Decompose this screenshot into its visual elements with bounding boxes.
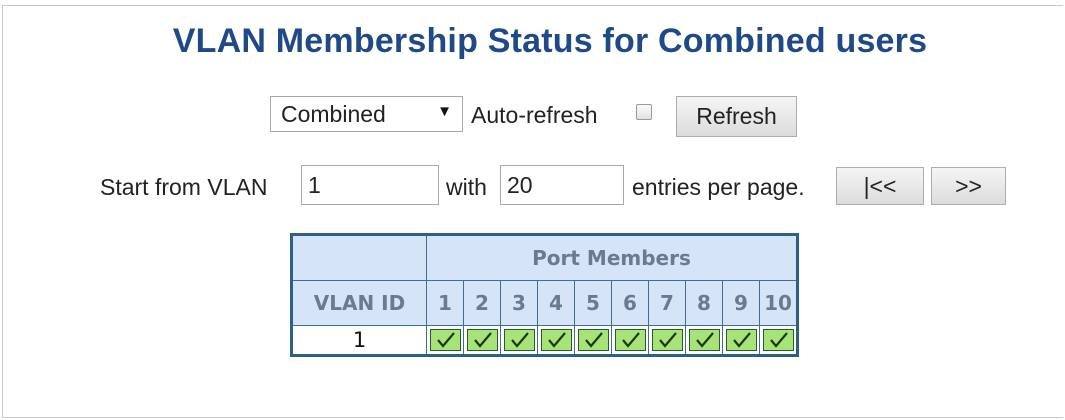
entries-per-page-label: entries per page. [632, 174, 805, 200]
port-member-cell-2 [463, 325, 501, 356]
port-header-3: 3 [500, 280, 538, 326]
vlan-id-header: VLAN ID [291, 280, 427, 326]
port-members-header: Port Members [426, 234, 798, 281]
port-member-cell-6 [611, 325, 649, 356]
port-member-cell-5 [574, 325, 612, 356]
next-page-button[interactable]: >> [931, 167, 1006, 205]
entries-per-page-input[interactable]: 20 [500, 165, 624, 205]
member-check-icon [725, 329, 757, 351]
member-check-icon [429, 329, 461, 351]
start-from-vlan-label: Start from VLAN [100, 174, 268, 200]
user-type-select-value: Combined [281, 100, 386, 127]
member-check-icon [466, 329, 498, 351]
refresh-button[interactable]: Refresh [676, 96, 797, 137]
port-member-cell-1 [426, 325, 464, 356]
table-body: 1 [291, 325, 798, 356]
user-type-select[interactable]: Combined ▼ [270, 96, 463, 132]
auto-refresh-label: Auto-refresh [471, 102, 598, 128]
member-check-icon [540, 329, 572, 351]
dropdown-arrow-icon: ▼ [437, 103, 452, 120]
with-label: with [446, 174, 487, 200]
port-header-10: 10 [759, 280, 798, 326]
member-check-icon [762, 329, 794, 351]
vlan-id-cell: 1 [291, 325, 427, 356]
member-check-icon [614, 329, 646, 351]
vlan-membership-table: Port Members VLAN ID 1 2 3 4 5 6 7 8 9 10 1 [290, 233, 799, 357]
port-member-cell-4 [537, 325, 575, 356]
first-page-button[interactable]: |<< [836, 167, 924, 205]
port-header-7: 7 [648, 280, 686, 326]
member-check-icon [503, 329, 535, 351]
port-header-1: 1 [426, 280, 464, 326]
port-member-cell-8 [685, 325, 723, 356]
port-member-cell-9 [722, 325, 760, 356]
member-check-icon [651, 329, 683, 351]
page-title: VLAN Membership Status for Combined user… [172, 22, 928, 60]
port-header-5: 5 [574, 280, 612, 326]
port-member-cell-10 [759, 325, 798, 356]
start-vlan-input[interactable]: 1 [301, 165, 439, 205]
table-header-group-row: Port Members [291, 234, 798, 281]
port-header-9: 9 [722, 280, 760, 326]
port-header-2: 2 [463, 280, 501, 326]
auto-refresh-checkbox[interactable] [636, 104, 652, 120]
port-member-cell-3 [500, 325, 538, 356]
port-header-4: 4 [537, 280, 575, 326]
header-blank-cell [291, 234, 427, 281]
port-header-8: 8 [685, 280, 723, 326]
member-check-icon [577, 329, 609, 351]
member-check-icon [688, 329, 720, 351]
port-member-cell-7 [648, 325, 686, 356]
table-row: 1 [291, 325, 798, 356]
port-header-6: 6 [611, 280, 649, 326]
table-header-port-row: VLAN ID 1 2 3 4 5 6 7 8 9 10 [291, 280, 798, 326]
